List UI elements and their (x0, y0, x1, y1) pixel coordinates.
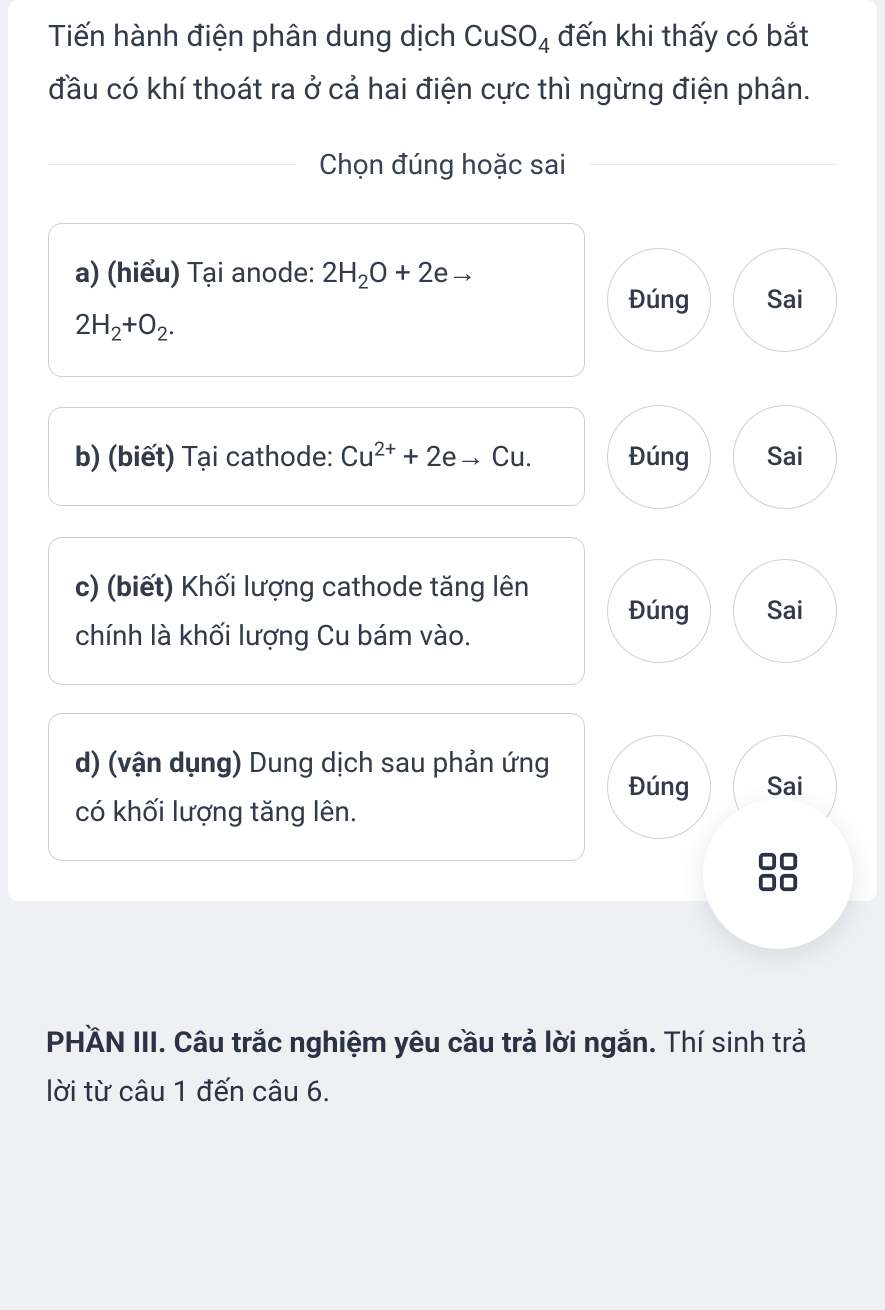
option-box-c: c) (biết) Khối lượng cathode tăng lên ch… (48, 537, 585, 685)
false-button-a[interactable]: Sai (733, 248, 837, 352)
question-card: Tiến hành điện phân dung dịch CuSO4 đến … (8, 0, 877, 901)
divider: Chọn đúng hoặc sai (48, 148, 837, 181)
option-box-d: d) (vận dụng) Dung dịch sau phản ứng có … (48, 713, 585, 861)
option-box-b: b) (biết) Tại cathode: Cu2+ + 2e→ Cu. (48, 407, 585, 506)
option-tag: b) (biết) (75, 440, 175, 473)
divider-label: Chọn đúng hoặc sai (295, 148, 590, 181)
true-button-d[interactable]: Đúng (607, 735, 711, 839)
false-button-b[interactable]: Sai (733, 405, 837, 509)
option-row-c: c) (biết) Khối lượng cathode tăng lên ch… (48, 537, 837, 685)
option-tag: c) (biết) (75, 570, 174, 603)
grid-icon (755, 849, 801, 899)
true-button-b[interactable]: Đúng (607, 405, 711, 509)
option-row-a: a) (hiểu) Tại anode: 2H2O + 2e→ 2H2+O2. … (48, 223, 837, 377)
grid-menu-button[interactable] (703, 799, 853, 949)
question-text: Tiến hành điện phân dung dịch CuSO4 đến … (48, 0, 837, 114)
true-button-c[interactable]: Đúng (607, 559, 711, 663)
true-button-a[interactable]: Đúng (607, 248, 711, 352)
option-tag: a) (hiểu) (75, 256, 180, 289)
divider-line-left (48, 164, 295, 165)
option-tag: d) (vận dụng) (75, 746, 242, 779)
option-text: Tại cathode: Cu2+ + 2e→ Cu. (175, 440, 533, 473)
section-3-heading: PHẦN III. Câu trắc nghiệm yêu cầu trả lờ… (0, 941, 885, 1118)
option-box-a: a) (hiểu) Tại anode: 2H2O + 2e→ 2H2+O2. (48, 223, 585, 377)
false-button-c[interactable]: Sai (733, 559, 837, 663)
section-3-title: PHẦN III. Câu trắc nghiệm yêu cầu trả lờ… (46, 1026, 657, 1060)
divider-line-right (590, 164, 837, 165)
option-row-b: b) (biết) Tại cathode: Cu2+ + 2e→ Cu. Đú… (48, 405, 837, 509)
